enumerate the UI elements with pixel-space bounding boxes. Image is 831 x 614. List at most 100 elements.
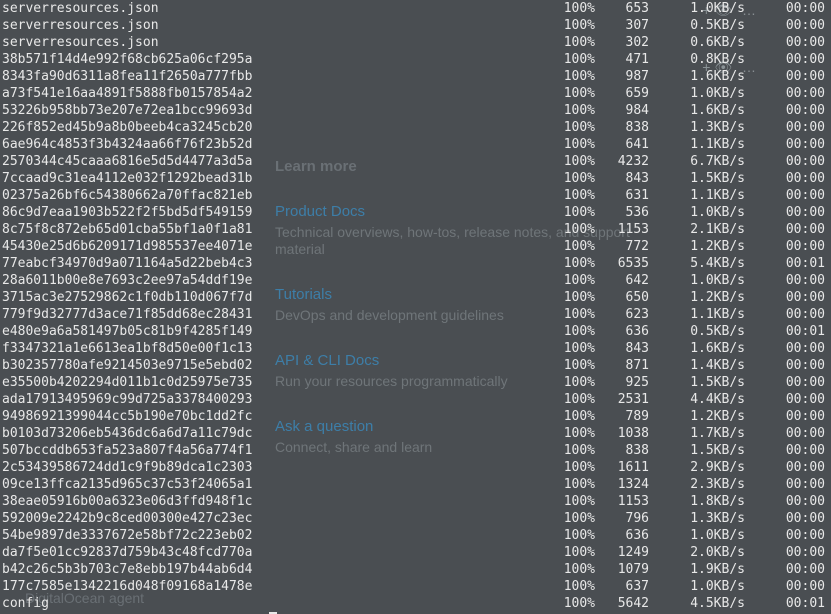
col-size: 1038: [595, 425, 649, 442]
col-time: 00:00: [745, 136, 831, 153]
transfer-row: 54be9897de3337672e58bf72c223eb02100%6361…: [0, 527, 831, 544]
col-rate: 1.0KB/s: [649, 204, 745, 221]
col-pct: 100%: [547, 170, 595, 187]
transfer-row: 177c7585e1342216d048f09168a1478e100%6371…: [0, 578, 831, 595]
col-name: b42c26c5b3b703c7e8ebb197b44ab6d4: [0, 561, 267, 578]
col-pct: 100%: [547, 510, 595, 527]
col-rate: 6.7KB/s: [649, 153, 745, 170]
transfer-row: 6ae964c4853f3b4324aa66f76f23b52d100%6411…: [0, 136, 831, 153]
col-time: 00:00: [745, 272, 831, 289]
col-time: 00:00: [745, 374, 831, 391]
col-name: 2570344c45caaa6816e5d5d4477a3d5a: [0, 153, 267, 170]
terminal-output[interactable]: serverresources.json100%6531.0KB/s00:00s…: [0, 0, 831, 614]
transfer-row: 38b571f14d4e992f68cb625a06cf295a100%4710…: [0, 51, 831, 68]
transfer-row: 38eae05916b00a6323e06d3ffd948f1c100%1153…: [0, 493, 831, 510]
col-name: 53226b958bb73e207e72ea1bcc99693d: [0, 102, 267, 119]
col-rate: 2.3KB/s: [649, 476, 745, 493]
col-rate: 2.0KB/s: [649, 544, 745, 561]
col-pct: 100%: [547, 425, 595, 442]
col-time: 00:00: [745, 187, 831, 204]
col-name: 226f852ed45b9a8b0beeb4ca3245cb20: [0, 119, 267, 136]
transfer-row: 7ccaad9c31ea4112e032f1292bead31b100%8431…: [0, 170, 831, 187]
col-size: 984: [595, 102, 649, 119]
transfer-row: serverresources.json100%3020.6KB/s00:00: [0, 34, 831, 51]
col-pct: 100%: [547, 238, 595, 255]
col-name: serverresources.json: [0, 17, 267, 34]
col-time: 00:00: [745, 0, 831, 17]
col-rate: 1.1KB/s: [649, 136, 745, 153]
col-rate: 4.5KB/s: [649, 595, 745, 612]
col-name: 09ce13ffca2135d965c37c53f24065a1: [0, 476, 267, 493]
col-rate: 1.1KB/s: [649, 306, 745, 323]
col-pct: 100%: [547, 136, 595, 153]
col-pct: 100%: [547, 51, 595, 68]
col-rate: 0.8KB/s: [649, 51, 745, 68]
col-size: 636: [595, 323, 649, 340]
col-pct: 100%: [547, 323, 595, 340]
col-rate: 1.6KB/s: [649, 68, 745, 85]
transfer-row: da7f5e01cc92837d759b43c48fcd770a100%1249…: [0, 544, 831, 561]
transfer-row: e480e9a6a581497b05c81b9f4285f149100%6360…: [0, 323, 831, 340]
transfer-row: b302357780afe9214503e9715e5ebd02100%8711…: [0, 357, 831, 374]
col-time: 00:00: [745, 476, 831, 493]
col-rate: 1.5KB/s: [649, 374, 745, 391]
col-time: 00:00: [745, 561, 831, 578]
col-rate: 2.1KB/s: [649, 221, 745, 238]
col-pct: 100%: [547, 357, 595, 374]
col-time: 00:00: [745, 119, 831, 136]
col-time: 00:00: [745, 408, 831, 425]
col-time: 00:00: [745, 221, 831, 238]
col-pct: 100%: [547, 272, 595, 289]
col-time: 00:00: [745, 578, 831, 595]
col-rate: 1.9KB/s: [649, 561, 745, 578]
col-time: 00:00: [745, 204, 831, 221]
col-size: 987: [595, 68, 649, 85]
col-size: 631: [595, 187, 649, 204]
transfer-row: 2570344c45caaa6816e5d5d4477a3d5a100%4232…: [0, 153, 831, 170]
transfer-row: 02375a26bf6c54380662a70ffac821eb100%6311…: [0, 187, 831, 204]
col-name: 77eabcf34970d9a071164a5d22beb4c3: [0, 255, 267, 272]
col-size: 653: [595, 0, 649, 17]
transfer-row: e35500b4202294d011b1c0d25975e735100%9251…: [0, 374, 831, 391]
col-pct: 100%: [547, 340, 595, 357]
col-name: 28a6011b00e8e7693c2ee97a54ddf19e: [0, 272, 267, 289]
col-pct: 100%: [547, 527, 595, 544]
col-name: 592009e2242b9c8ced00300e427c23ec: [0, 510, 267, 527]
col-time: 00:00: [745, 527, 831, 544]
col-rate: 1.6KB/s: [649, 340, 745, 357]
col-size: 843: [595, 170, 649, 187]
col-size: 302: [595, 34, 649, 51]
col-size: 471: [595, 51, 649, 68]
col-name: config: [0, 595, 267, 612]
col-time: 00:00: [745, 357, 831, 374]
col-rate: 1.3KB/s: [649, 510, 745, 527]
col-pct: 100%: [547, 306, 595, 323]
transfer-row: 779f9d32777d3ace71f85dd68ec28431100%6231…: [0, 306, 831, 323]
col-time: 00:01: [745, 255, 831, 272]
col-size: 843: [595, 340, 649, 357]
col-pct: 100%: [547, 17, 595, 34]
col-time: 00:00: [745, 68, 831, 85]
transfer-row: config100%56424.5KB/s00:01: [0, 595, 831, 612]
col-name: 86c9d7eaa1903b522f2f5bd5df549159: [0, 204, 267, 221]
transfer-row: a73f541e16aa4891f5888fb0157854a2100%6591…: [0, 85, 831, 102]
col-pct: 100%: [547, 221, 595, 238]
col-size: 307: [595, 17, 649, 34]
col-size: 838: [595, 119, 649, 136]
col-pct: 100%: [547, 153, 595, 170]
transfer-row: 226f852ed45b9a8b0beeb4ca3245cb20100%8381…: [0, 119, 831, 136]
col-size: 637: [595, 578, 649, 595]
col-time: 00:00: [745, 102, 831, 119]
col-time: 00:01: [745, 595, 831, 612]
transfer-row: 507bccddb653fa523a807f4a56a774f1100%8381…: [0, 442, 831, 459]
col-rate: 1.5KB/s: [649, 170, 745, 187]
col-time: 00:00: [745, 391, 831, 408]
col-name: da7f5e01cc92837d759b43c48fcd770a: [0, 544, 267, 561]
col-pct: 100%: [547, 595, 595, 612]
transfer-row: 592009e2242b9c8ced00300e427c23ec100%7961…: [0, 510, 831, 527]
col-rate: 1.4KB/s: [649, 357, 745, 374]
col-pct: 100%: [547, 187, 595, 204]
col-pct: 100%: [547, 561, 595, 578]
transfer-row: 28a6011b00e8e7693c2ee97a54ddf19e100%6421…: [0, 272, 831, 289]
col-size: 1153: [595, 221, 649, 238]
